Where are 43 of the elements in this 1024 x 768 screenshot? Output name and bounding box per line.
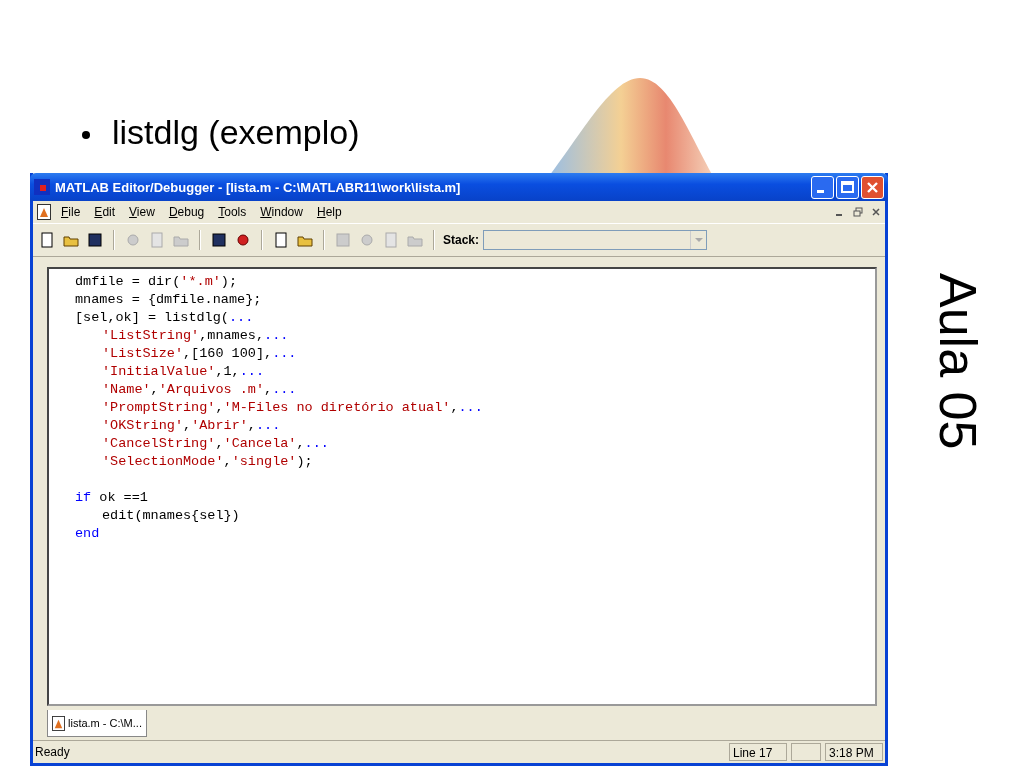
code-line: 'ListString',mnames,...: [101, 327, 290, 345]
dropdown-arrow-icon: [693, 237, 704, 243]
window-title: MATLAB Editor/Debugger - [lista.m - C:\MATLABR11\work\lista.m]: [55, 179, 462, 195]
stack-label: Stack:: [443, 233, 480, 247]
menu-item[interactable]: Tools: [218, 205, 247, 219]
code-line: dmfile = dir('*.m');: [75, 273, 239, 291]
file-tab[interactable]: lista.m - C:\M...: [47, 710, 147, 737]
code-line: 'PromptString','M-Files no diretório atual',...: [101, 399, 484, 417]
menu-item[interactable]: Window: [260, 205, 303, 219]
bullet-icon: [82, 130, 90, 139]
code-line: 'Name','Arquivos .m',...: [101, 381, 298, 399]
code-line: 'SelectionMode','single');: [101, 453, 314, 471]
clock-text: 3:18 PM: [825, 743, 883, 761]
maximize-button[interactable]: [836, 175, 859, 199]
code-line: end: [75, 525, 101, 543]
minimize-button[interactable]: [811, 175, 834, 199]
status-panel: [791, 743, 821, 761]
document-icon: [52, 715, 65, 731]
close-button[interactable]: [861, 175, 884, 199]
menu-item[interactable]: Debug: [168, 205, 205, 219]
restore-icon[interactable]: [853, 207, 863, 217]
app-icon: [34, 179, 50, 195]
code-line: 'ListSize',[160 100],...: [101, 345, 298, 363]
code-line: edit(mnames{sel}): [101, 507, 241, 525]
code-line: mnames = {dmfile.name};: [75, 291, 263, 309]
menu-item[interactable]: File: [61, 205, 81, 219]
line-indicator: Line 17: [729, 743, 787, 761]
menu-item[interactable]: Edit: [94, 205, 116, 219]
minimize-icon: [817, 189, 824, 193]
slide-side-title: Aula 05: [928, 273, 988, 452]
code-line: 'OKString','Abrir',...: [101, 417, 282, 435]
code-line: 'CancelString','Cancela',...: [101, 435, 330, 453]
close-icon[interactable]: [871, 207, 881, 217]
stack-dropdown[interactable]: [483, 230, 708, 250]
bullet-text: listdlg (exemplo): [112, 113, 360, 152]
code-line: [sel,ok] = listdlg(...: [75, 309, 255, 327]
status-message: Ready: [35, 745, 70, 759]
menu-item[interactable]: Help: [316, 205, 342, 219]
code-line: if ok ==1: [75, 489, 149, 507]
code-editor[interactable]: [47, 267, 877, 706]
menu-item[interactable]: View: [129, 205, 155, 219]
code-line: 'InitialValue',1,...: [101, 363, 266, 381]
document-icon: [37, 204, 51, 220]
